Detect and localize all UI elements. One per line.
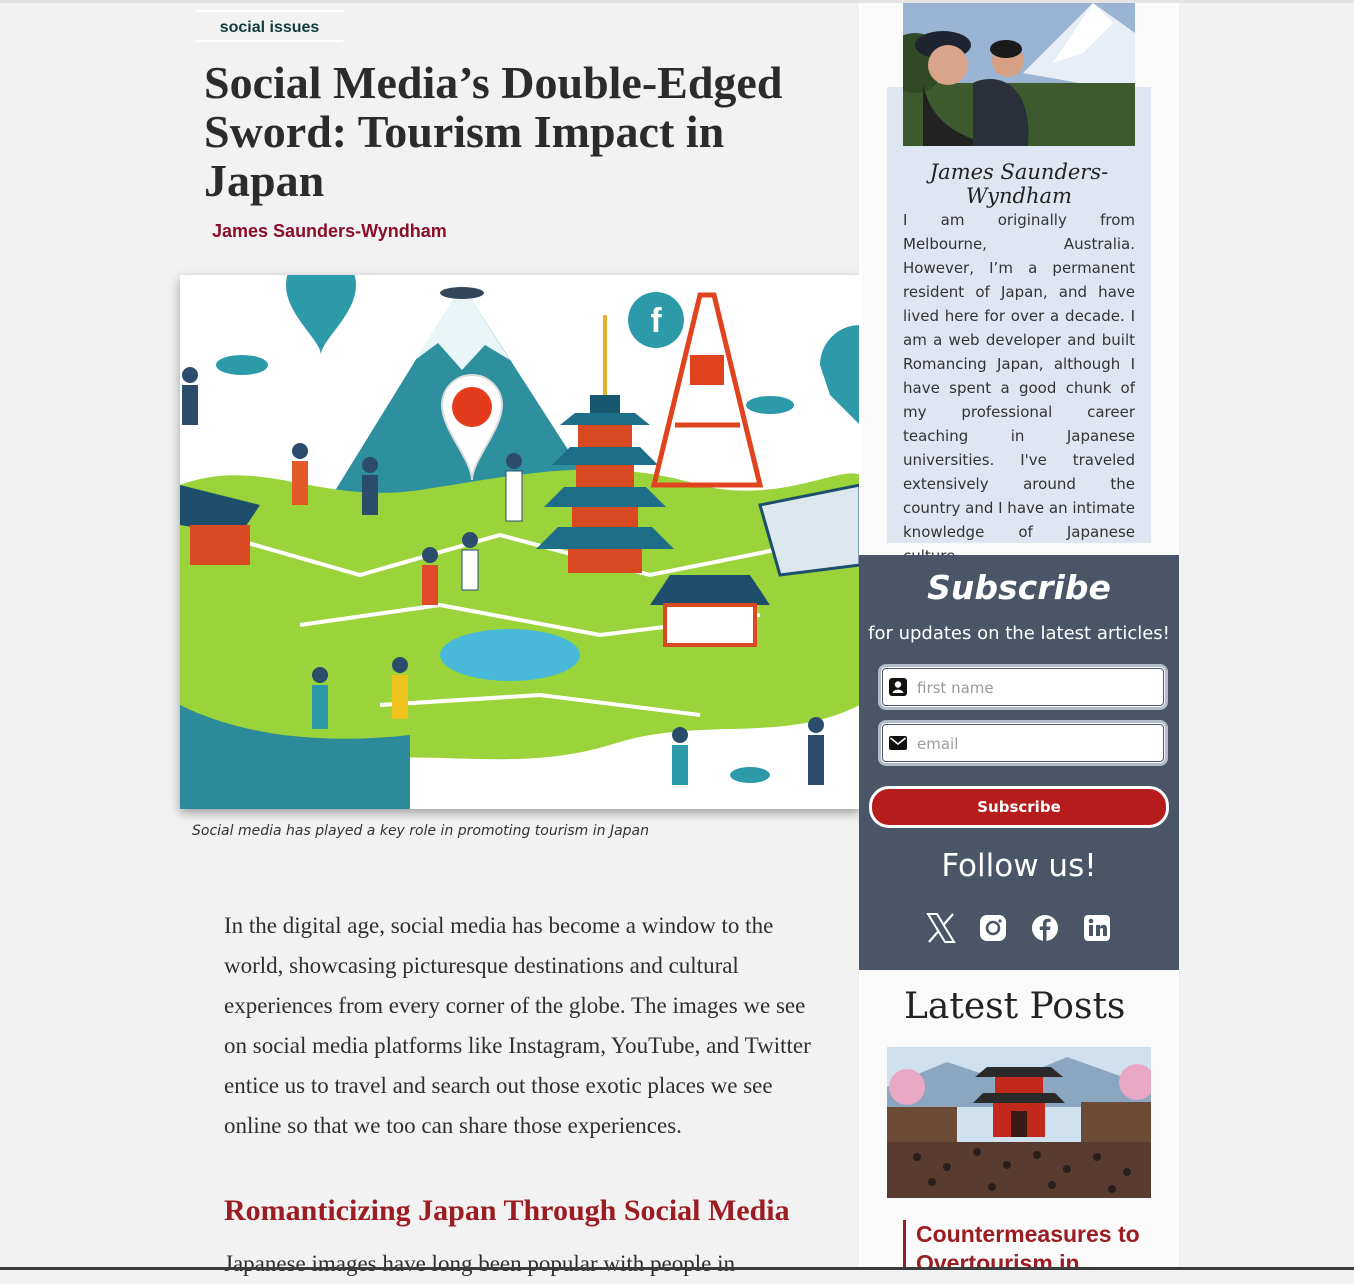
facebook-icon[interactable] [1029, 912, 1061, 944]
category-tag[interactable]: social issues [196, 10, 343, 42]
first-name-input[interactable] [915, 675, 1159, 701]
article-paragraph: In the digital age, social media has bec… [224, 913, 811, 1138]
latest-post-link[interactable]: Countermeasures to Overtourism in Japan: [903, 1220, 1151, 1270]
hero-image: f [180, 275, 860, 809]
linkedin-icon[interactable] [1081, 912, 1113, 944]
section-heading: Romanticizing Japan Through Social Media [224, 1194, 790, 1227]
image-caption: Social media has played a key role in pr… [192, 823, 649, 839]
article-paragraph-2: Japanese images have long been popular w… [224, 1251, 735, 1276]
subscribe-title: Subscribe [927, 568, 1111, 607]
instagram-icon[interactable] [977, 912, 1009, 944]
email-field[interactable] [878, 720, 1168, 766]
author-photo [903, 3, 1135, 146]
article-author-link[interactable]: James Saunders-Wyndham [212, 221, 447, 242]
latest-posts-title: Latest Posts [904, 986, 1126, 1027]
follow-us-title: Follow us! [941, 848, 1097, 884]
email-input[interactable] [915, 731, 1159, 757]
first-name-field[interactable] [878, 664, 1168, 710]
svg-text:f: f [650, 302, 662, 340]
envelope-icon [889, 736, 907, 750]
author-name: James Saunders-Wyndham [929, 160, 1109, 208]
latest-post-thumbnail[interactable] [887, 1047, 1151, 1198]
subscribe-subtitle: for updates on the latest articles! [868, 623, 1170, 644]
x-icon[interactable] [925, 912, 957, 944]
author-bio: I am originally from Melbourne, Australi… [903, 211, 1135, 565]
subscribe-button[interactable]: Subscribe [869, 786, 1169, 828]
article-title: Social Media’s Double-Edged Sword: Touri… [204, 57, 783, 206]
contact-card-icon [889, 678, 907, 696]
